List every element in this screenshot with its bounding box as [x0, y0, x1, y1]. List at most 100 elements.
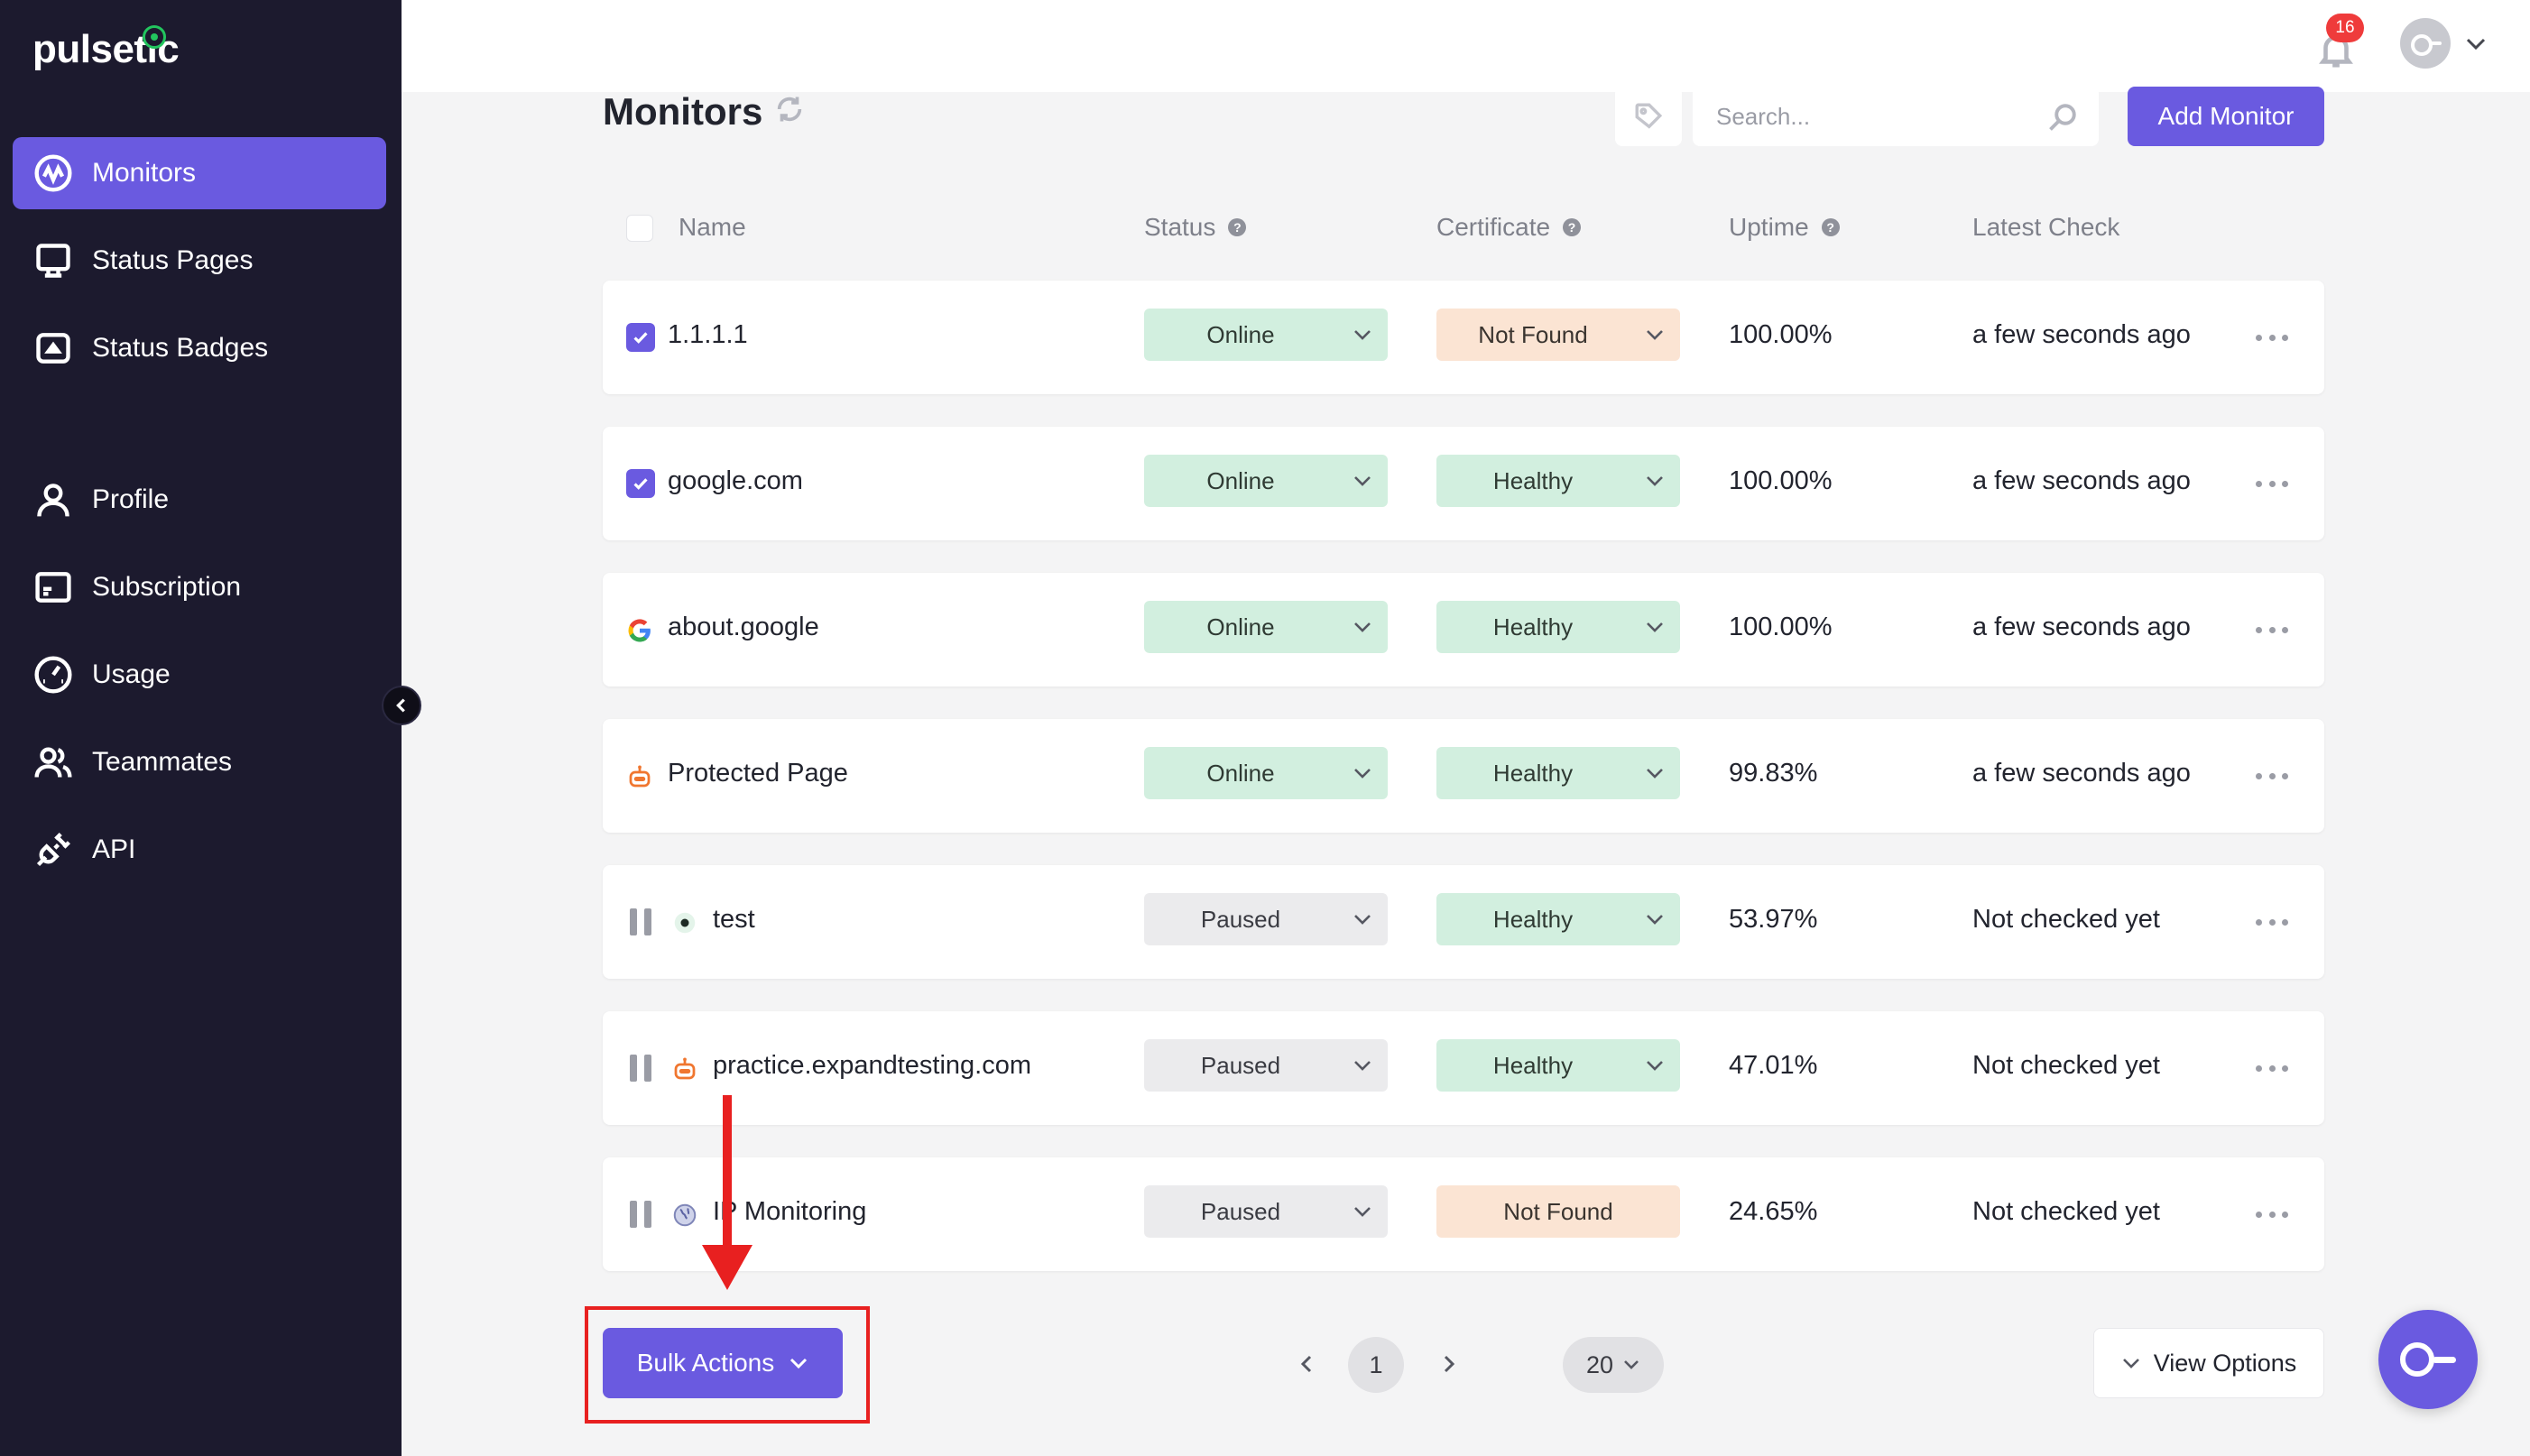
column-header-latest-check[interactable]: Latest Check	[1972, 213, 2119, 242]
latest-check-value: Not checked yet	[1972, 1051, 2160, 1080]
previous-page-button[interactable]	[1288, 1346, 1325, 1382]
monitor-name[interactable]: google.com	[668, 466, 803, 496]
row-more-button[interactable]	[2256, 618, 2288, 641]
status-value: Online	[1206, 320, 1275, 348]
sidebar-item-usage[interactable]: Usage	[13, 639, 386, 711]
column-header-certificate[interactable]: Certificate?	[1436, 213, 1582, 242]
table-row[interactable]: google.com Online Healthy 100.00% a few …	[603, 427, 2324, 540]
monitor-name[interactable]: test	[713, 905, 755, 935]
chat-widget-button[interactable]	[2378, 1310, 2478, 1409]
row-checkbox[interactable]	[626, 323, 655, 352]
sidebar-item-api[interactable]: API	[13, 814, 386, 886]
check-icon	[633, 478, 648, 490]
row-checkbox[interactable]	[626, 469, 655, 498]
latest-check-value: a few seconds ago	[1972, 466, 2191, 495]
sidebar-collapse-button[interactable]	[382, 686, 421, 725]
sidebar-item-teammates[interactable]: Teammates	[13, 726, 386, 798]
status-dropdown[interactable]: Paused	[1144, 893, 1388, 945]
pause-icon	[630, 1055, 651, 1082]
column-header-status[interactable]: Status?	[1144, 213, 1247, 242]
row-more-button[interactable]	[2256, 472, 2288, 495]
sidebar-item-profile[interactable]: Profile	[13, 464, 386, 536]
monitor-name[interactable]: about.google	[668, 613, 819, 642]
sidebar-item-status-badges[interactable]: Status Badges	[13, 312, 386, 384]
status-dropdown[interactable]: Online	[1144, 601, 1388, 653]
help-icon[interactable]: ?	[1563, 218, 1582, 236]
status-dropdown[interactable]: Online	[1144, 309, 1388, 361]
sidebar-item-status-pages[interactable]: Status Pages	[13, 225, 386, 297]
uptime-value: 100.00%	[1729, 613, 1833, 641]
table-row[interactable]: Protected Page Online Healthy 99.83% a f…	[603, 719, 2324, 833]
chevron-down-icon	[790, 1358, 808, 1369]
bulk-actions-button[interactable]: Bulk Actions	[603, 1328, 843, 1398]
chevron-down-icon	[1630, 475, 1680, 487]
status-dropdown[interactable]: Online	[1144, 747, 1388, 799]
sidebar-item-label: Status Badges	[92, 333, 269, 363]
row-more-button[interactable]	[2256, 1056, 2288, 1080]
row-more-button[interactable]	[2256, 764, 2288, 788]
help-icon[interactable]: ?	[1228, 218, 1247, 236]
row-more-button[interactable]	[2256, 326, 2288, 349]
search-icon	[2046, 101, 2079, 134]
column-label: Status	[1144, 213, 1216, 241]
column-header-uptime[interactable]: Uptime?	[1729, 213, 1840, 242]
status-dropdown[interactable]: Paused	[1144, 1039, 1388, 1092]
sidebar-item-label: API	[92, 834, 136, 864]
paused-indicator[interactable]	[626, 1200, 655, 1229]
search-input[interactable]	[1693, 87, 2099, 146]
paused-indicator[interactable]	[626, 908, 655, 936]
monitor-name[interactable]: practice.expandtesting.com	[713, 1051, 1031, 1081]
add-monitor-button[interactable]: Add Monitor	[2128, 87, 2324, 146]
certificate-dropdown[interactable]: Healthy	[1436, 893, 1680, 945]
status-value: Paused	[1200, 1051, 1281, 1079]
target-icon	[671, 909, 698, 936]
user-avatar[interactable]	[2400, 18, 2451, 69]
table-row[interactable]: about.google Online Healthy 100.00% a fe…	[603, 573, 2324, 687]
chevron-down-icon	[1630, 913, 1680, 926]
tag-icon	[1635, 103, 1663, 129]
certificate-dropdown[interactable]: Healthy	[1436, 455, 1680, 507]
sidebar-item-label: Usage	[92, 659, 171, 689]
certificate-dropdown[interactable]: Not Found	[1436, 309, 1680, 361]
per-page-select[interactable]: 20	[1563, 1337, 1664, 1393]
certificate-dropdown[interactable]: Healthy	[1436, 601, 1680, 653]
chevron-down-icon	[2466, 38, 2486, 51]
user-menu-chevron[interactable]	[2463, 32, 2488, 54]
refresh-button[interactable]	[774, 94, 805, 124]
table-row[interactable]: IP Monitoring Paused Not Found 24.65% No…	[603, 1157, 2324, 1271]
page-number[interactable]: 1	[1348, 1337, 1404, 1393]
certificate-dropdown[interactable]: Healthy	[1436, 1039, 1680, 1092]
help-icon[interactable]: ?	[1821, 218, 1840, 236]
monitor-name[interactable]: 1.1.1.1	[668, 320, 748, 350]
sidebar-item-monitors[interactable]: Monitors	[13, 137, 386, 209]
sidebar-item-subscription[interactable]: Subscription	[13, 551, 386, 623]
tags-filter-button[interactable]	[1615, 87, 1682, 146]
table-row[interactable]: 1.1.1.1 Online Not Found 100.00% a few s…	[603, 281, 2324, 394]
certificate-dropdown[interactable]: Healthy	[1436, 747, 1680, 799]
row-more-button[interactable]	[2256, 1203, 2288, 1226]
chevron-down-icon	[1630, 767, 1680, 779]
chevron-down-icon	[1630, 621, 1680, 633]
display-icon	[32, 240, 74, 281]
monitor-name[interactable]: IP Monitoring	[713, 1197, 866, 1227]
next-page-button[interactable]	[1431, 1346, 1467, 1382]
table-row[interactable]: practice.expandtesting.com Paused Health…	[603, 1011, 2324, 1125]
logo-pulse-icon	[143, 25, 166, 49]
column-label: Uptime	[1729, 213, 1809, 241]
uptime-value: 100.00%	[1729, 320, 1833, 349]
table-row[interactable]: test Paused Healthy 53.97% Not checked y…	[603, 865, 2324, 979]
paused-indicator[interactable]	[626, 1054, 655, 1083]
column-header-name[interactable]: Name	[679, 213, 746, 242]
notification-count-badge: 16	[2326, 14, 2364, 42]
status-dropdown[interactable]: Paused	[1144, 1185, 1388, 1238]
status-dropdown[interactable]: Online	[1144, 455, 1388, 507]
pause-icon	[630, 908, 651, 935]
monitor-name[interactable]: Protected Page	[668, 759, 848, 788]
chevron-down-icon	[1337, 621, 1388, 633]
checkbox-checked[interactable]	[626, 323, 655, 352]
row-more-button[interactable]	[2256, 910, 2288, 934]
view-options-label: View Options	[2153, 1349, 2297, 1377]
view-options-button[interactable]: View Options	[2093, 1328, 2324, 1398]
checkbox-checked[interactable]	[626, 469, 655, 498]
select-all-checkbox[interactable]	[626, 215, 653, 242]
